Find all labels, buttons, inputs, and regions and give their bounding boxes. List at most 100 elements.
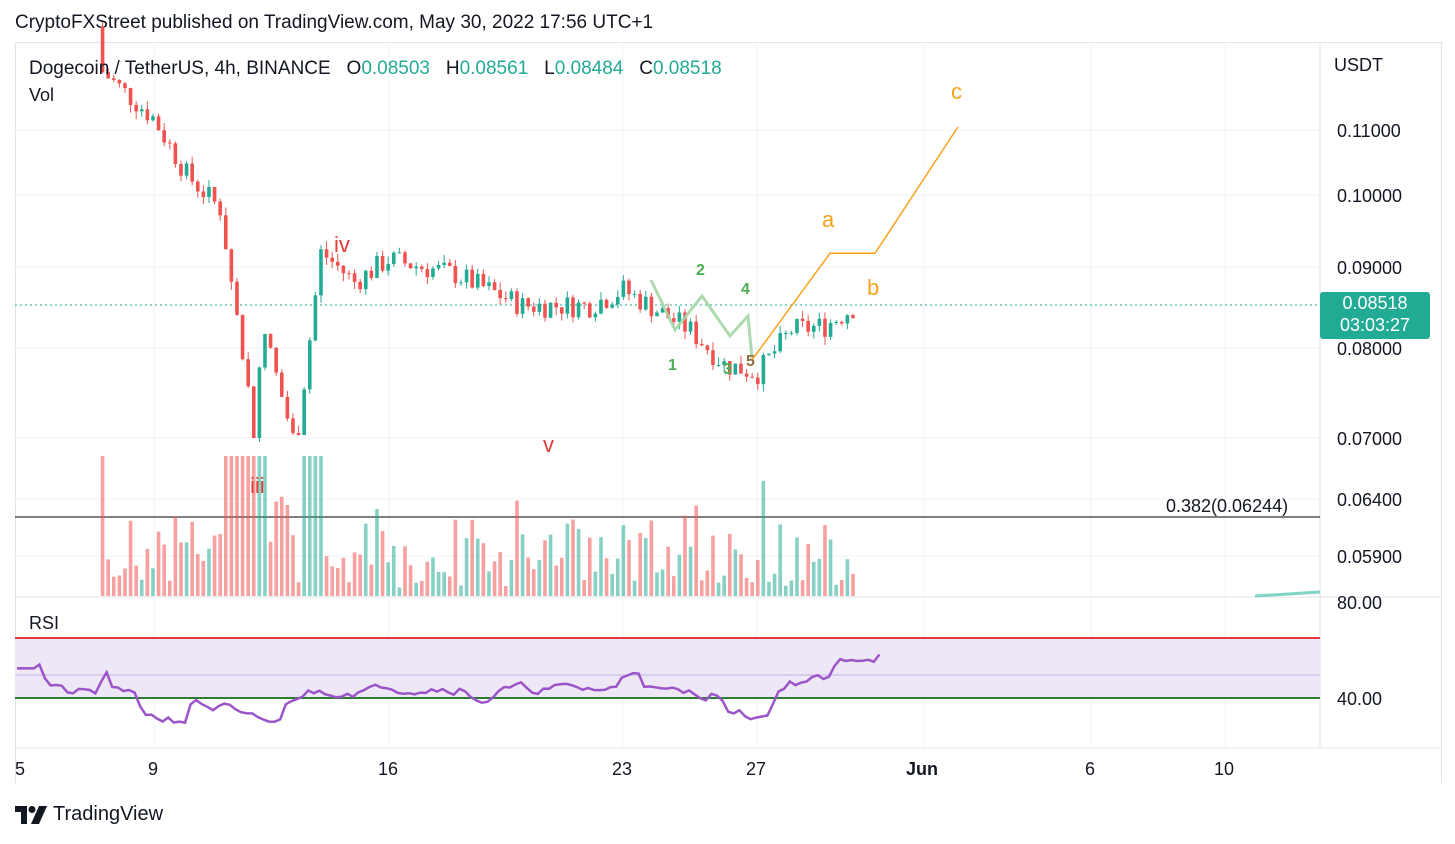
volume-bar (683, 515, 687, 596)
time-tick-label: 23 (612, 759, 632, 779)
volume-bar (823, 525, 827, 596)
volume-bar (296, 582, 301, 596)
candle-body (711, 350, 715, 366)
candle-body (615, 296, 620, 305)
candle-body (358, 281, 362, 290)
close-label: C (639, 58, 653, 79)
price-tick-label: 0.07000 (1337, 429, 1402, 449)
volume-bar (755, 559, 760, 596)
candle-body (403, 252, 407, 264)
volume-bar (156, 531, 161, 596)
candle-body (369, 270, 374, 278)
candle-body (671, 318, 676, 322)
volume-bar (363, 523, 368, 596)
volume-bar (347, 582, 351, 596)
candle-body (817, 318, 822, 326)
candle-body (571, 297, 575, 318)
candle-body (173, 143, 178, 165)
chart-canvas[interactable]: 0.11000 0.10000 0.09000 0.08000 0.07000 … (0, 0, 1455, 844)
volume-bar (649, 520, 654, 596)
wave-label-a: a (822, 207, 835, 232)
candle-body (302, 389, 306, 435)
candle-body (839, 321, 844, 324)
volume-bar (285, 504, 290, 596)
price-tick-label: 0.09000 (1337, 258, 1402, 278)
candle-body (503, 298, 508, 300)
volume-bar (666, 546, 670, 596)
volume-bar (694, 505, 698, 596)
rsi-pane-label: RSI (29, 613, 60, 633)
abc-projection-line (751, 126, 959, 361)
volume-bar (436, 571, 441, 596)
candle-body (218, 201, 222, 216)
candle-body (151, 116, 155, 121)
volume-bar (811, 561, 816, 596)
volume-bar (537, 560, 542, 596)
candle-body (604, 299, 609, 308)
candle-body (263, 334, 267, 368)
time-tick-label: 9 (148, 759, 158, 779)
volume-bar (806, 543, 810, 596)
candle-body (201, 191, 206, 197)
volume-bar (403, 546, 407, 596)
volume-bar (660, 569, 665, 596)
candle-body (548, 302, 553, 318)
candle-body (677, 312, 682, 322)
volume-bar (302, 456, 306, 596)
candle-body (587, 303, 592, 318)
candle-body (520, 298, 525, 314)
volume-bar (319, 456, 323, 596)
wave-label-iv: iv (334, 232, 350, 257)
candle-body (134, 104, 138, 112)
last-price-value: 0.08518 (1342, 293, 1408, 313)
volume-bar (459, 585, 463, 596)
price-tick-label: 0.08000 (1337, 339, 1402, 359)
candle-body (397, 252, 402, 254)
candle-body (649, 296, 654, 317)
wave-label-3: 3 (723, 361, 732, 378)
candle-body (834, 321, 838, 323)
volume-bar (425, 561, 430, 596)
candle-body (223, 215, 228, 250)
volume-bar (408, 565, 413, 596)
bar-countdown: 03:03:27 (1339, 315, 1411, 335)
tradingview-logo[interactable]: TradingView (15, 803, 163, 826)
volume-bar (498, 552, 502, 596)
volume-bar (638, 533, 642, 596)
candle-body (823, 318, 827, 337)
volume-bar (548, 534, 553, 596)
candle-body (363, 270, 368, 290)
candle-body (733, 363, 738, 375)
volume-bar (632, 580, 637, 596)
candle-body (475, 273, 480, 288)
volume-bar (431, 557, 435, 596)
candle-body (767, 353, 771, 356)
volume-bar (453, 519, 458, 596)
wave-label-v: v (543, 432, 554, 457)
volume-bar (352, 552, 357, 596)
candle-body (296, 432, 301, 435)
candle-body (621, 280, 626, 297)
volume-bar (419, 580, 424, 596)
volume-bar (481, 543, 486, 596)
candle-body (789, 332, 794, 334)
candle-body (162, 130, 166, 143)
volume-bar (834, 584, 838, 596)
candle-body (845, 315, 850, 324)
candle-body (828, 322, 833, 337)
volume-bar (744, 577, 749, 596)
open-value: 0.08503 (361, 58, 430, 79)
volume-bar (778, 524, 782, 596)
candle-body (285, 396, 290, 419)
volume-bar (100, 456, 105, 596)
candle-body (610, 304, 614, 308)
candle-body (274, 347, 278, 373)
volume-bar (313, 456, 318, 596)
volume-bar (795, 537, 799, 596)
candle-body (811, 325, 816, 332)
volume-bar (615, 558, 620, 596)
volume-bar (559, 557, 564, 596)
wave-label-5: 5 (746, 353, 755, 370)
wave-label-iii: iii (250, 473, 265, 498)
candle-body (408, 263, 413, 269)
